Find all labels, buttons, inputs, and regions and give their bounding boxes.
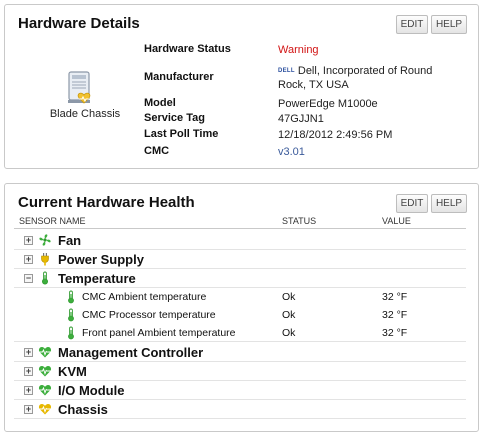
manufacturer-text: Dell, Incorporated of Round Rock, TX USA: [278, 65, 433, 91]
cmc-version-link[interactable]: v3.01: [278, 145, 463, 159]
service-tag-value: 47GJJN1: [278, 113, 324, 125]
expand-toggle-icon[interactable]: +: [24, 367, 33, 376]
heartbeat-icon: [38, 385, 52, 396]
thermometer-icon: [68, 290, 74, 304]
sensor-value: 32 °F: [382, 291, 408, 303]
sensor-group-name: KVM: [58, 364, 87, 379]
column-header-status: STATUS: [282, 216, 317, 226]
sensor-group-name: I/O Module: [58, 383, 125, 398]
hardware-details-edit-button[interactable]: EDIT: [396, 15, 428, 34]
sensor-status: Ok: [282, 309, 296, 321]
sensor-group-power-supply[interactable]: + Power Supply: [14, 250, 466, 269]
hardware-health-edit-button[interactable]: EDIT: [396, 194, 428, 213]
sensor-value: 32 °F: [382, 309, 408, 321]
sensor-group-temperature[interactable]: − Temperature: [14, 269, 466, 288]
sensor-status: Ok: [282, 327, 296, 339]
sensor-row[interactable]: CMC Ambient temperature Ok 32 °F: [14, 288, 466, 306]
service-tag-label: Service Tag: [144, 112, 205, 124]
hardware-health-help-button[interactable]: HELP: [431, 194, 467, 213]
blade-chassis-label: Blade Chassis: [49, 108, 121, 120]
last-poll-time-label: Last Poll Time: [144, 128, 219, 140]
manufacturer-label: Manufacturer: [144, 71, 214, 83]
sensor-status: Ok: [282, 291, 296, 303]
table-header-divider: [14, 228, 466, 229]
hardware-status-label: Hardware Status: [144, 43, 231, 55]
expand-toggle-icon[interactable]: +: [24, 386, 33, 395]
heartbeat-icon: [38, 366, 52, 377]
dell-logo-icon: DELL: [278, 68, 295, 74]
hardware-details-help-button[interactable]: HELP: [431, 15, 467, 34]
sensor-name: CMC Processor temperature: [82, 309, 216, 321]
hardware-health-title: Current Hardware Health: [18, 194, 195, 211]
sensor-group-fan[interactable]: + Fan: [14, 231, 466, 250]
heartbeat-icon: [38, 347, 52, 358]
last-poll-time-value: 12/18/2012 2:49:56 PM: [278, 129, 393, 141]
manufacturer-value: DELL Dell, Incorporated of Round Rock, TX…: [278, 64, 463, 92]
thermometer-icon: [68, 326, 74, 340]
heartbeat-warning-icon: [38, 404, 52, 415]
fan-icon: [39, 234, 51, 246]
sensor-group-name: Power Supply: [58, 252, 144, 267]
thermometer-icon: [68, 308, 74, 322]
sensor-group-io-module[interactable]: + I/O Module: [14, 381, 466, 400]
sensor-group-name: Chassis: [58, 402, 108, 417]
expand-toggle-icon[interactable]: +: [24, 236, 33, 245]
column-header-sensor-name: SENSOR NAME: [19, 216, 86, 226]
thermometer-icon: [42, 271, 48, 285]
blade-chassis-icon: [68, 71, 91, 104]
expand-toggle-icon[interactable]: +: [24, 405, 33, 414]
expand-toggle-icon[interactable]: +: [24, 348, 33, 357]
sensor-group-management-controller[interactable]: + Management Controller: [14, 343, 466, 362]
model-value: PowerEdge M1000e: [278, 98, 378, 110]
sensor-name: Front panel Ambient temperature: [82, 327, 236, 339]
cmc-label: CMC: [144, 145, 170, 157]
sensor-row[interactable]: CMC Processor temperature Ok 32 °F: [14, 306, 466, 324]
hardware-details-title: Hardware Details: [18, 15, 140, 32]
column-header-value: VALUE: [382, 216, 411, 226]
sensor-group-name: Temperature: [58, 271, 136, 286]
sensor-name: CMC Ambient temperature: [82, 291, 207, 303]
sensor-group-name: Management Controller: [58, 345, 204, 360]
hardware-status-value: Warning: [278, 44, 319, 56]
model-label: Model: [144, 97, 176, 109]
sensor-group-name: Fan: [58, 233, 82, 248]
sensor-value: 32 °F: [382, 327, 408, 339]
expand-toggle-icon[interactable]: +: [24, 255, 33, 264]
power-plug-icon: [41, 253, 49, 266]
sensor-group-kvm[interactable]: + KVM: [14, 362, 466, 381]
sensor-group-chassis[interactable]: + Chassis: [14, 400, 466, 419]
sensor-row[interactable]: Front panel Ambient temperature Ok 32 °F: [14, 324, 466, 342]
collapse-toggle-icon[interactable]: −: [24, 274, 33, 283]
